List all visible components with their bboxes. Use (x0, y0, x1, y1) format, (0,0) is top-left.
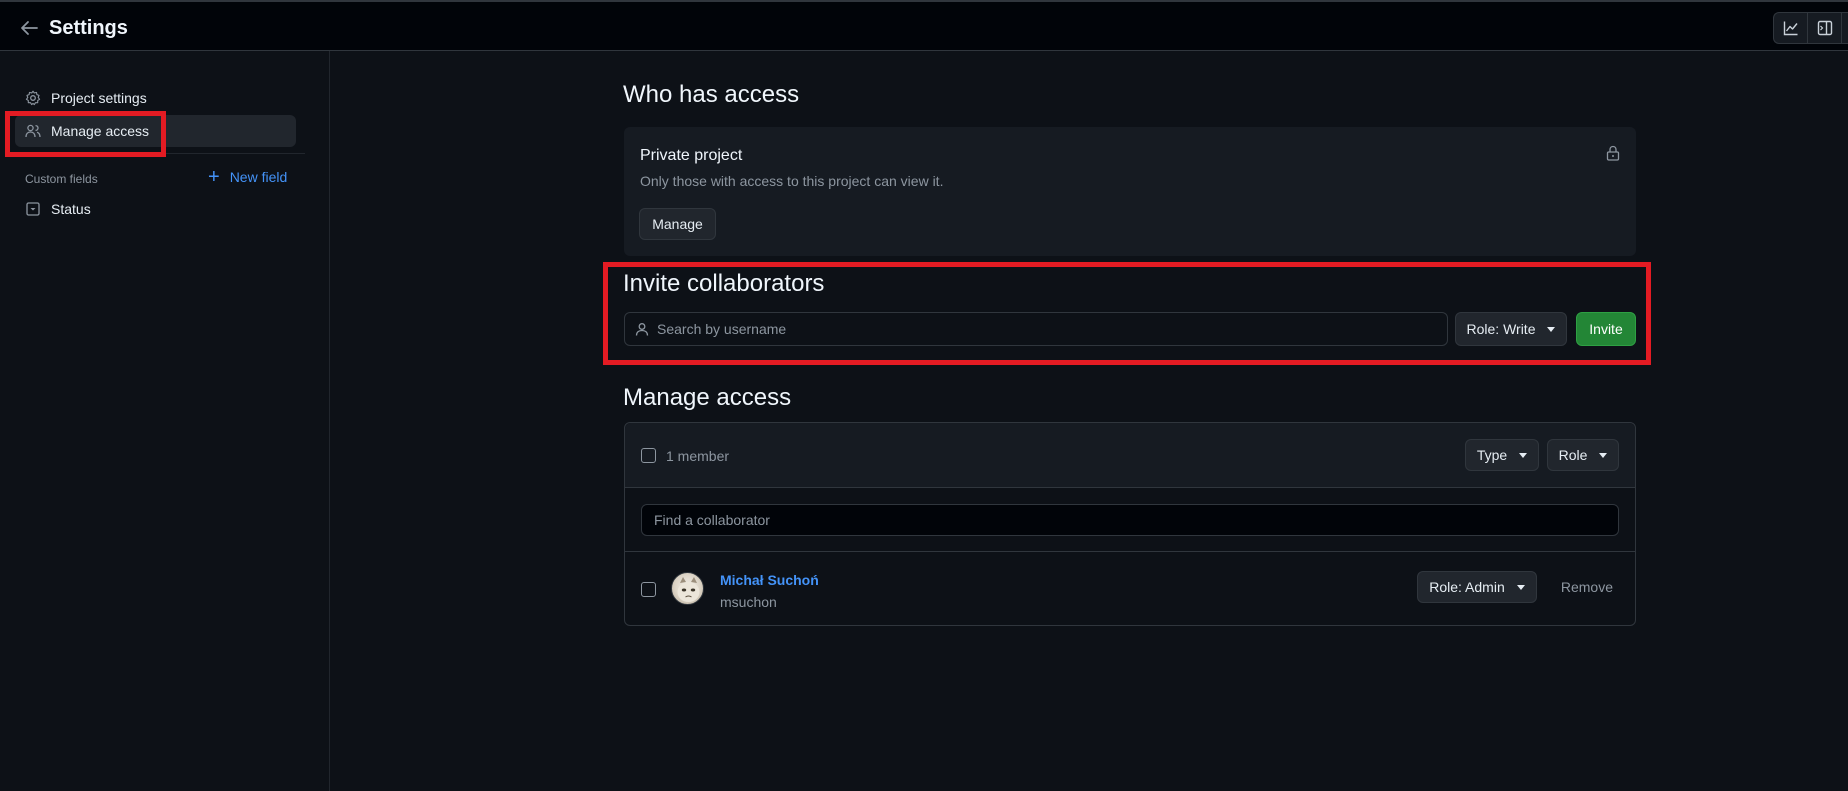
sidebar-item-status[interactable]: Status (15, 193, 296, 225)
select-all-checkbox[interactable] (641, 448, 656, 463)
username-search-input[interactable] (657, 321, 1447, 337)
top-actions-group (1773, 12, 1848, 44)
single-select-icon (25, 201, 41, 217)
remove-member-button[interactable]: Remove (1561, 579, 1613, 595)
caret-down-icon (1599, 452, 1608, 458)
new-field-label: New field (229, 169, 288, 185)
avatar[interactable] (671, 572, 704, 605)
sidebar-expand-icon (1817, 20, 1832, 36)
caret-down-icon (1516, 584, 1525, 590)
role-filter-label: Role (1558, 447, 1588, 463)
type-filter-dropdown[interactable]: Type (1465, 439, 1539, 471)
invite-role-label: Role: Write (1466, 321, 1536, 337)
lock-icon (1606, 145, 1620, 166)
new-field-button[interactable]: + New field (208, 167, 287, 187)
member-row: Michał Suchoń msuchon Role: Admin Remove (625, 552, 1635, 626)
find-collaborator-field[interactable] (641, 504, 1619, 536)
sidebar-divider (15, 153, 305, 154)
member-role-dropdown[interactable]: Role: Admin (1417, 571, 1537, 603)
manage-access-heading: Manage access (623, 384, 792, 411)
member-name-link[interactable]: Michał Suchoń (720, 572, 819, 588)
caret-down-icon (1547, 326, 1556, 332)
visibility-title: Private project (640, 147, 743, 164)
who-has-access-heading: Who has access (623, 81, 800, 108)
visibility-description: Only those with access to this project c… (640, 173, 944, 189)
username-search-field[interactable] (624, 312, 1448, 346)
member-checkbox[interactable] (641, 582, 656, 597)
settings-sidebar: Project settings Manage access Custom fi… (0, 51, 330, 791)
person-icon (635, 322, 649, 336)
visibility-card: Private project Only those with access t… (624, 127, 1636, 256)
member-count: 1 member (666, 448, 730, 464)
sidebar-item-label: Status (51, 201, 91, 217)
people-icon (25, 123, 41, 139)
caret-down-icon (1519, 452, 1528, 458)
role-filter-dropdown[interactable]: Role (1547, 439, 1619, 471)
back-button[interactable] (16, 16, 42, 40)
member-role-label: Role: Admin (1429, 579, 1505, 595)
sidebar-item-label: Manage access (51, 123, 150, 139)
gear-icon (25, 90, 41, 106)
invite-role-dropdown[interactable]: Role: Write (1455, 312, 1567, 346)
arrow-left-icon (21, 21, 38, 35)
find-collaborator-input[interactable] (654, 512, 1618, 528)
member-login: msuchon (720, 594, 777, 610)
invite-collaborators-heading: Invite collaborators (623, 270, 825, 297)
toggle-sidebar-button[interactable] (1808, 13, 1842, 43)
sidebar-item-project-settings[interactable]: Project settings (15, 82, 296, 114)
manage-access-panel: 1 member Type Role Michał Suchoń m (624, 422, 1636, 626)
find-collaborator-row (625, 488, 1635, 552)
sidebar-item-manage-access[interactable]: Manage access (15, 115, 296, 147)
panel-header: 1 member Type Role (625, 423, 1635, 488)
type-filter-label: Type (1476, 447, 1508, 463)
page-title: Settings (49, 17, 128, 39)
sidebar-item-label: Project settings (51, 90, 147, 106)
insights-button[interactable] (1774, 13, 1808, 43)
manage-visibility-button[interactable]: Manage (639, 208, 716, 240)
plus-icon: + (208, 166, 220, 188)
invite-button[interactable]: Invite (1576, 312, 1636, 346)
top-bar: Settings (0, 0, 1848, 51)
custom-fields-label: Custom fields (25, 172, 98, 186)
graph-icon (1783, 21, 1798, 36)
